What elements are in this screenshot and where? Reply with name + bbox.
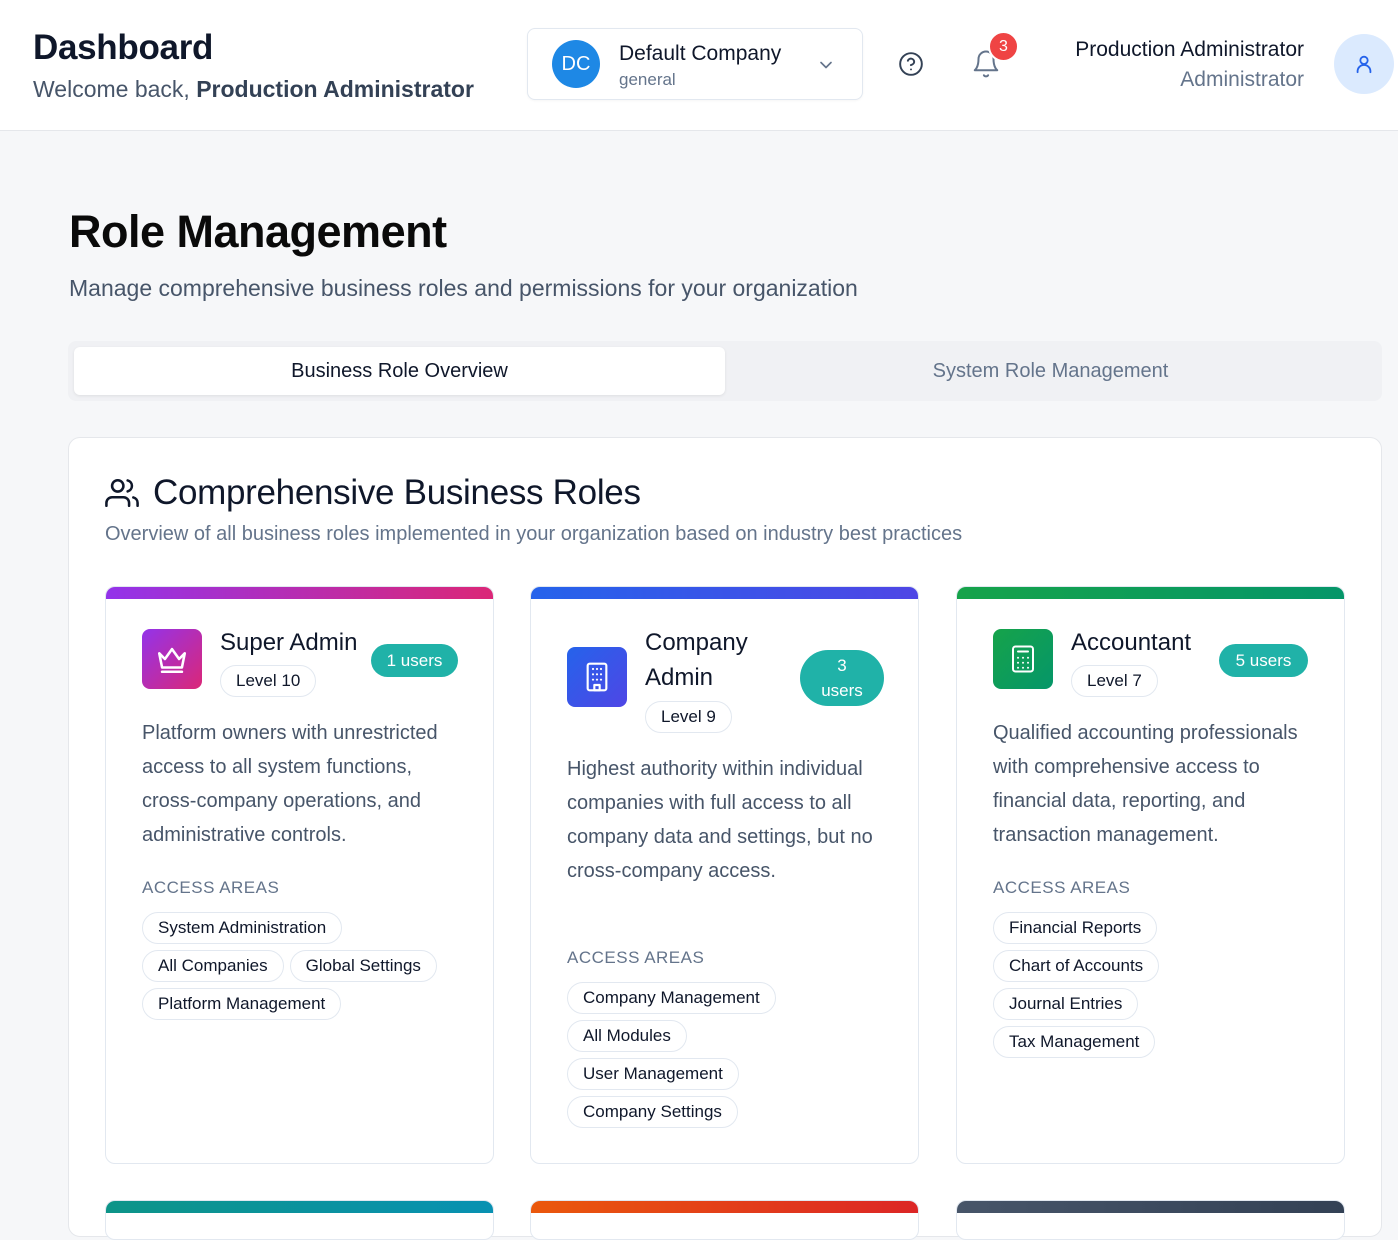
access-chip: All Modules [567, 1020, 687, 1052]
access-areas-label: ACCESS AREAS [142, 878, 280, 897]
section-title: Comprehensive Business Roles [153, 473, 641, 512]
company-name: Default Company [619, 42, 782, 65]
role-card-accent-bar [106, 1201, 493, 1213]
help-icon[interactable] [898, 51, 924, 77]
role-name: Company Admin [645, 629, 748, 691]
access-chip: Company Settings [567, 1096, 738, 1128]
level-badge: Level 9 [645, 701, 732, 733]
section-subtitle: Overview of all business roles implement… [105, 523, 963, 545]
access-chip: Global Settings [289, 950, 437, 982]
role-card-accountant[interactable]: Accountant Level 7 5 users Qualified acc… [956, 586, 1345, 1164]
notification-badge: 3 [988, 31, 1019, 62]
level-badge: Level 7 [1071, 665, 1158, 697]
role-card-super-admin[interactable]: Super Admin Level 10 1 users Platform ow… [105, 586, 494, 1164]
user-role: Administrator [1180, 68, 1304, 91]
role-card-accent-bar [531, 1201, 918, 1213]
chevron-down-icon [820, 61, 832, 69]
page-subtitle: Manage comprehensive business roles and … [69, 275, 858, 301]
access-areas-list: Financial Reports Chart of Accounts Jour… [993, 912, 1233, 1058]
access-chip: Financial Reports [993, 912, 1158, 944]
welcome-prefix: Welcome back, [33, 76, 197, 102]
role-description: Highest authority within individual comp… [567, 758, 873, 882]
tab-system-role-management[interactable]: System Role Management [725, 347, 1376, 395]
role-description: Qualified accounting professionals with … [993, 722, 1298, 846]
company-selector[interactable]: DC Default Company general [527, 28, 863, 100]
role-card-accent-bar [957, 1201, 1344, 1213]
welcome-name: Production Administrator [196, 76, 474, 102]
access-areas-list: System Administration All Companies Glob… [142, 912, 472, 1020]
users-count-badge: 3 users [800, 650, 884, 706]
role-card-accent-bar [531, 587, 918, 599]
role-description: Platform owners with unrestricted access… [142, 722, 438, 846]
page-title: Role Management [69, 206, 447, 257]
access-areas-list: Company Management All Modules User Mana… [567, 982, 827, 1128]
user-avatar[interactable] [1334, 34, 1394, 94]
crown-icon [142, 629, 202, 689]
user-icon [1356, 55, 1372, 74]
users-count-badge: 1 users [371, 644, 458, 677]
role-card-next-2[interactable] [530, 1200, 919, 1240]
access-chip: User Management [567, 1058, 739, 1090]
building-icon [567, 647, 627, 707]
welcome-text: Welcome back, Production Administrator [33, 76, 474, 103]
role-tabs: Business Role Overview System Role Manag… [68, 341, 1382, 401]
role-card-accent-bar [106, 587, 493, 599]
access-chip: Journal Entries [993, 988, 1139, 1020]
users-count-badge: 5 users [1219, 644, 1308, 677]
company-type: general [619, 70, 676, 89]
header-title: Dashboard [33, 28, 214, 67]
tab-business-role-overview[interactable]: Business Role Overview [74, 347, 725, 395]
users-icon [105, 478, 139, 508]
role-name: Super Admin [220, 629, 358, 656]
role-card-accent-bar [957, 587, 1344, 599]
access-chip: Platform Management [142, 988, 342, 1020]
access-chip: System Administration [142, 912, 343, 944]
access-chip: Chart of Accounts [993, 950, 1160, 982]
access-chip: All Companies [142, 950, 284, 982]
top-header: Dashboard Welcome back, Production Admin… [0, 0, 1398, 131]
role-card-next-1[interactable] [105, 1200, 494, 1240]
access-areas-label: ACCESS AREAS [567, 948, 705, 967]
level-badge: Level 10 [220, 665, 317, 697]
role-card-next-3[interactable] [956, 1200, 1345, 1240]
access-chip: Company Management [567, 982, 776, 1014]
role-name: Accountant [1071, 629, 1192, 656]
access-chip: Tax Management [993, 1026, 1156, 1058]
calculator-icon [993, 629, 1053, 689]
access-areas-label: ACCESS AREAS [993, 878, 1131, 897]
company-avatar: DC [552, 40, 600, 88]
role-card-company-admin[interactable]: Company Admin Level 9 3 users Highest au… [530, 586, 919, 1164]
user-name: Production Administrator [1075, 38, 1304, 61]
